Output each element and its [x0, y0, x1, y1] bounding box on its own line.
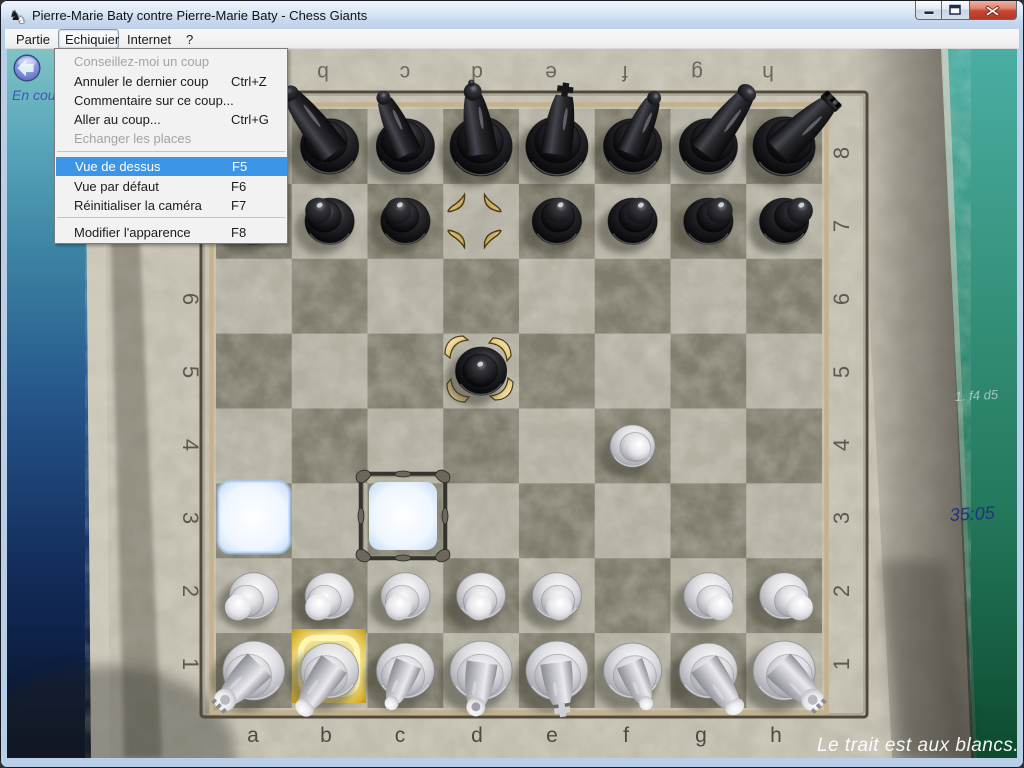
svg-text:c: c [395, 724, 406, 747]
svg-text:Le trait est aux blancs.: Le trait est aux blancs. [817, 735, 1017, 756]
svg-text:35:05: 35:05 [949, 503, 996, 525]
svg-text:c: c [400, 61, 411, 84]
svg-text:6: 6 [178, 293, 203, 305]
svg-text:8: 8 [829, 147, 854, 159]
svg-text:h: h [762, 61, 774, 84]
svg-text:5: 5 [178, 366, 203, 378]
svg-text:2: 2 [178, 585, 203, 597]
svg-text:3: 3 [178, 512, 203, 524]
svg-text:1: 1 [178, 658, 203, 670]
svg-text:5: 5 [829, 366, 854, 378]
svg-text:g: g [695, 724, 707, 747]
svg-text:b: b [317, 61, 329, 84]
svg-text:7: 7 [829, 220, 854, 232]
svg-text:e: e [546, 724, 558, 747]
svg-text:4: 4 [178, 439, 203, 451]
svg-text:1: 1 [829, 658, 854, 670]
svg-text:1. f4 d5: 1. f4 d5 [954, 387, 999, 404]
svg-text:g: g [691, 61, 703, 84]
svg-text:3: 3 [829, 512, 854, 524]
svg-text:a: a [247, 724, 259, 747]
svg-text:h: h [770, 724, 782, 747]
svg-text:d: d [471, 724, 483, 747]
svg-text:f: f [623, 724, 629, 747]
svg-text:6: 6 [829, 293, 854, 305]
svg-text:f: f [622, 61, 628, 84]
svg-text:b: b [320, 724, 332, 747]
svg-text:e: e [545, 61, 557, 84]
svg-text:4: 4 [829, 439, 854, 451]
svg-text:2: 2 [829, 585, 854, 597]
